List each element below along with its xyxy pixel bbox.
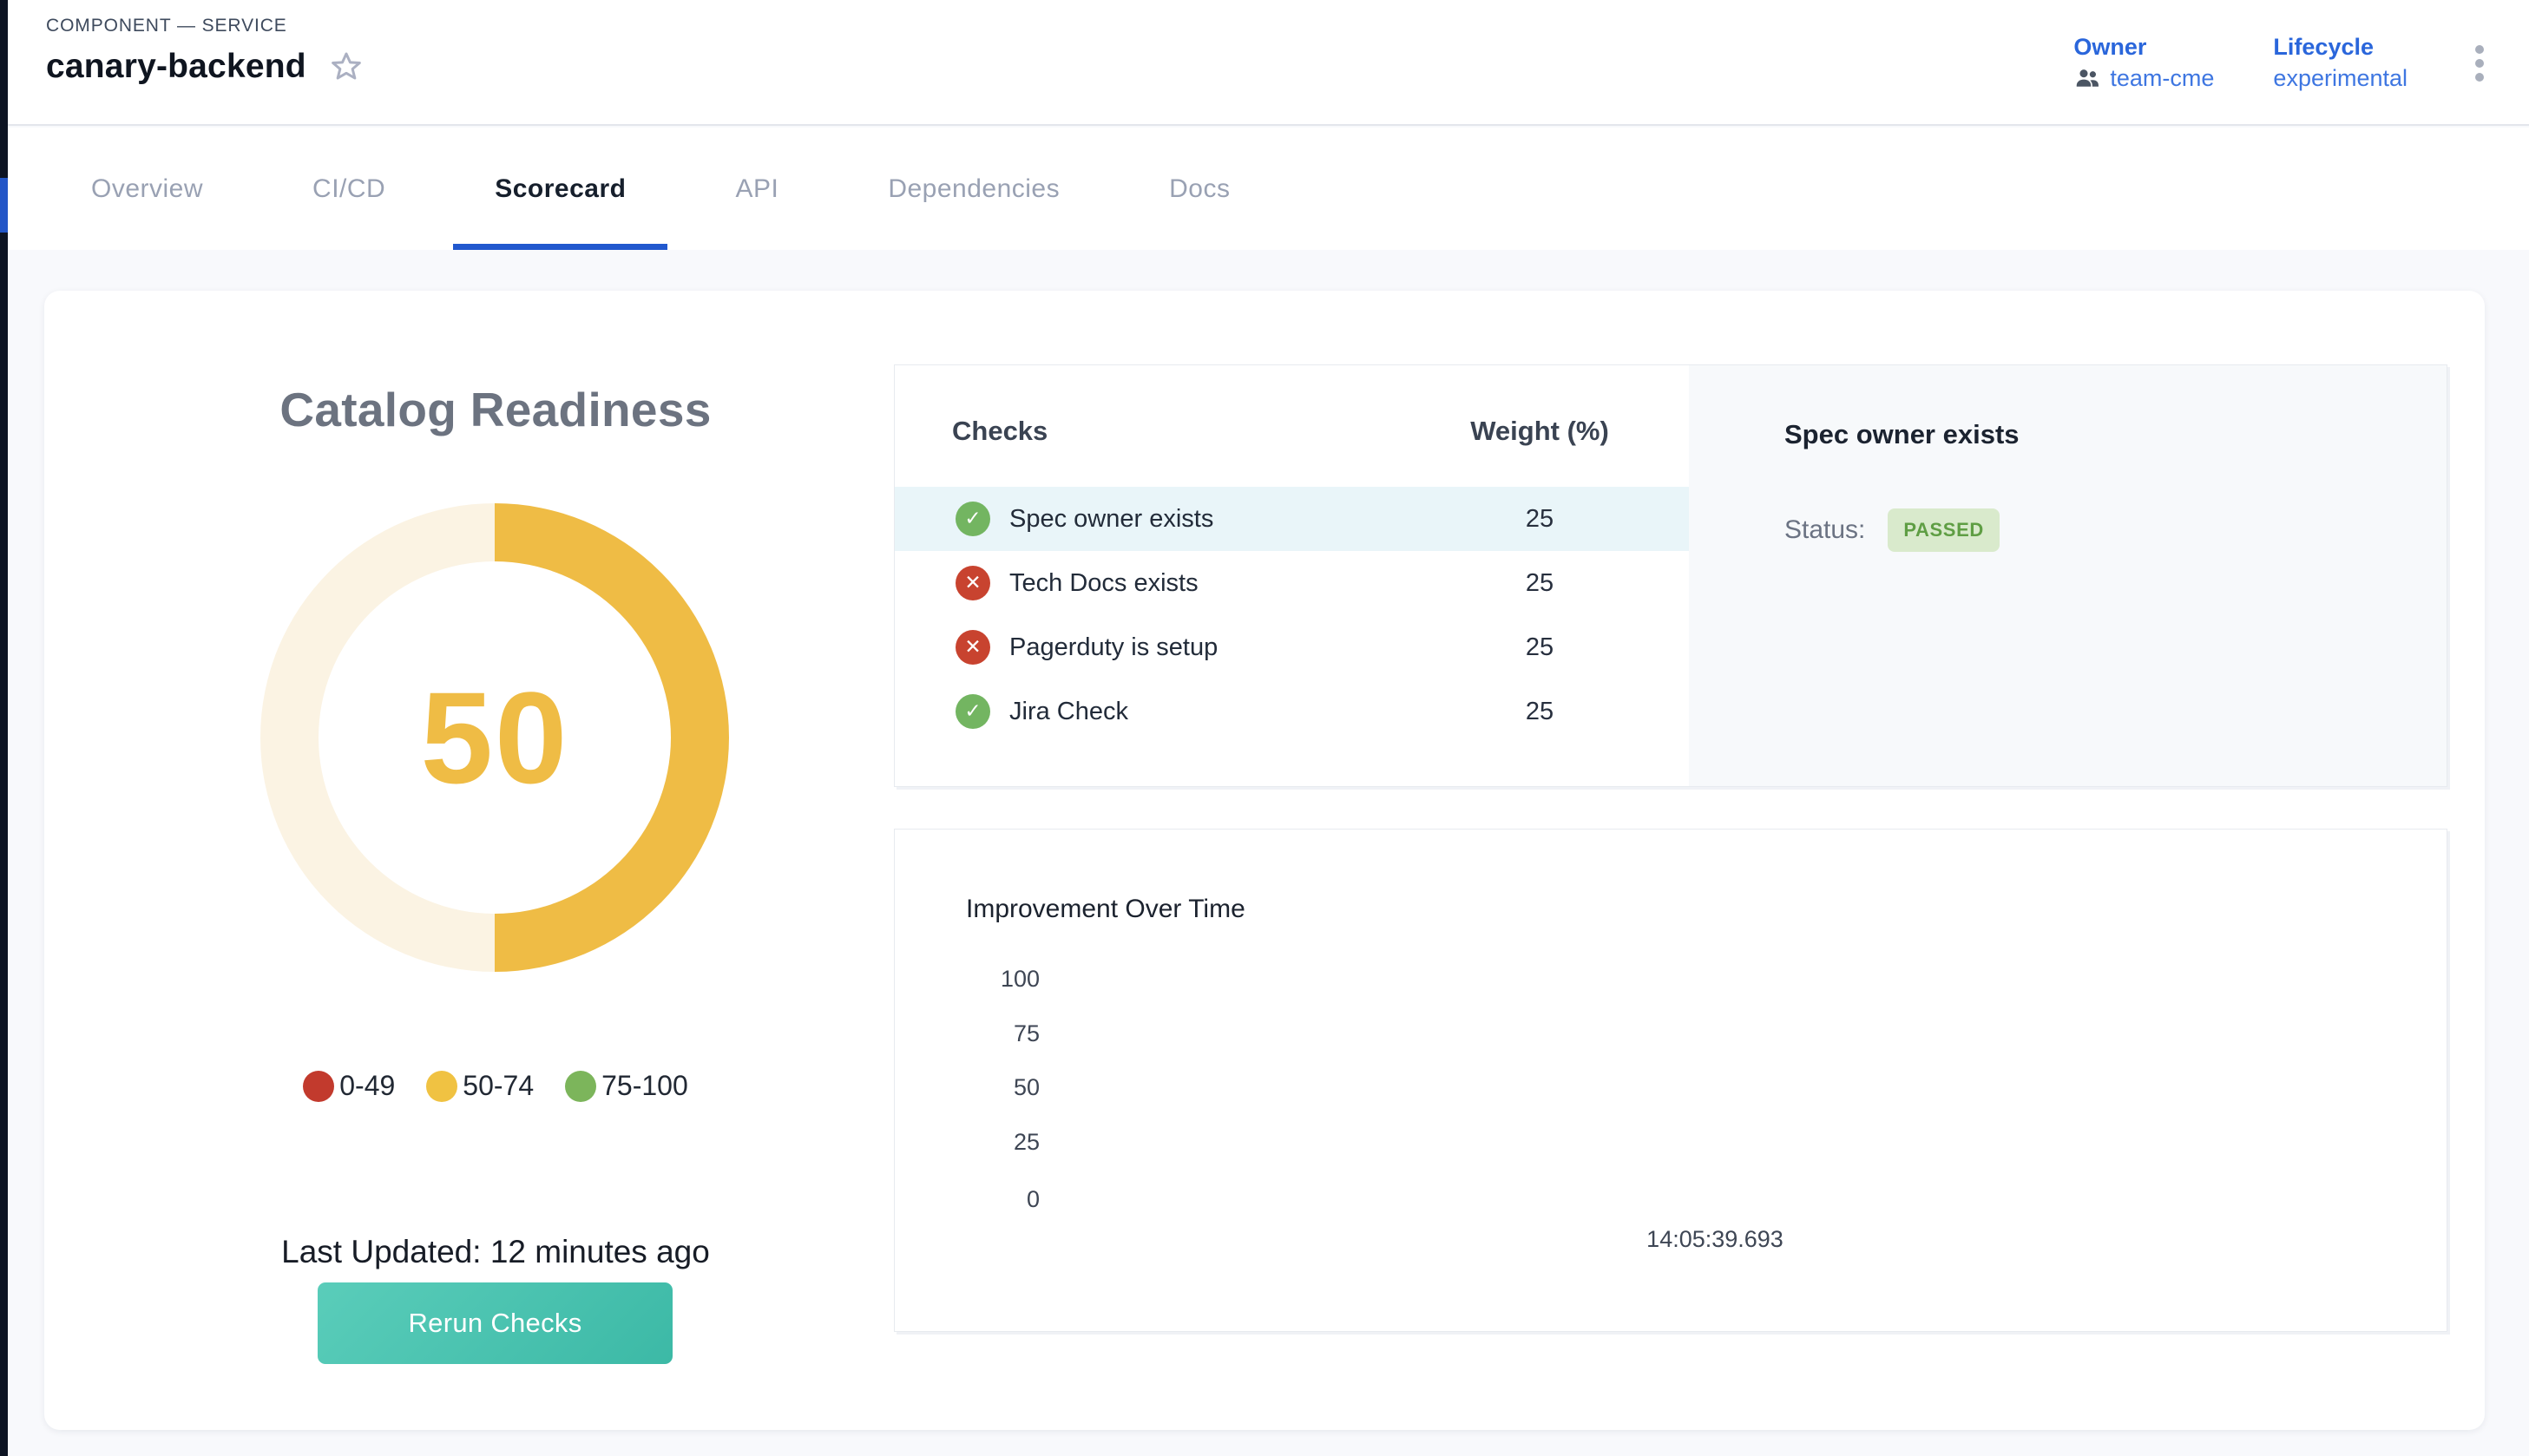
page-title: canary-backend — [46, 48, 306, 86]
owner-label: Owner — [2073, 33, 2214, 61]
tab-dependencies[interactable]: Dependencies — [846, 128, 1101, 250]
chart-title: Improvement Over Time — [966, 895, 1245, 924]
x-axis-tick: 14:05:39.693 — [1541, 1226, 1889, 1253]
tab-overview[interactable]: Overview — [49, 128, 245, 250]
sidebar-rail — [0, 0, 8, 1456]
legend-item-low: 0-49 — [303, 1070, 395, 1102]
favorite-star-icon[interactable] — [329, 49, 364, 84]
improvement-chart-panel: Improvement Over Time 100 75 50 25 0 14:… — [894, 829, 2447, 1332]
legend-dot-yellow — [426, 1071, 457, 1102]
checks-table: ✓ Spec owner exists 25 ✕ Tech Docs exist… — [895, 487, 1689, 744]
entity-header: COMPONENT — SERVICE canary-backend Owner… — [8, 0, 2529, 126]
owner-link[interactable]: team-cme — [2110, 62, 2214, 94]
sidebar-active-indicator — [0, 178, 8, 233]
score-gauge: 50 — [260, 503, 729, 972]
tab-docs[interactable]: Docs — [1127, 128, 1271, 250]
entity-tabs: Overview CI/CD Scorecard API Dependencie… — [8, 128, 2529, 250]
breadcrumb: COMPONENT — SERVICE — [46, 16, 364, 36]
legend-dot-red — [303, 1071, 334, 1102]
check-detail-panel: Spec owner exists Status: PASSED — [1689, 365, 2447, 786]
tab-api[interactable]: API — [693, 128, 820, 250]
y-axis-tick: 100 — [895, 965, 1040, 993]
score-value: 50 — [260, 503, 729, 972]
scorecard-title: Catalog Readiness — [44, 382, 947, 437]
y-axis-tick: 0 — [895, 1185, 1040, 1213]
check-row-pagerduty[interactable]: ✕ Pagerduty is setup 25 — [895, 615, 1689, 679]
check-circle-icon: ✓ — [956, 502, 990, 536]
lifecycle-block: Lifecycle experimental — [2273, 33, 2407, 94]
x-circle-icon: ✕ — [956, 630, 990, 665]
legend-item-mid: 50-74 — [426, 1070, 534, 1102]
rerun-checks-button[interactable]: Rerun Checks — [318, 1282, 673, 1364]
legend-item-high: 75-100 — [565, 1070, 688, 1102]
status-label: Status: — [1784, 515, 1865, 545]
status-badge: PASSED — [1888, 508, 1999, 552]
scorecard-card: Catalog Readiness 50 0-49 50-74 75-100 L… — [44, 291, 2485, 1430]
last-updated-text: Last Updated: 12 minutes ago — [44, 1234, 947, 1270]
lifecycle-label: Lifecycle — [2273, 33, 2407, 61]
active-tab-underline — [453, 244, 667, 250]
check-row-jira[interactable]: ✓ Jira Check 25 — [895, 679, 1689, 744]
check-row-tech-docs[interactable]: ✕ Tech Docs exists 25 — [895, 551, 1689, 615]
y-axis-tick: 25 — [895, 1128, 1040, 1156]
weight-column-header: Weight (%) — [1409, 416, 1670, 447]
checks-panel: Spec owner exists Status: PASSED Checks … — [894, 364, 2447, 787]
legend-dot-green — [565, 1071, 596, 1102]
check-circle-icon: ✓ — [956, 694, 990, 729]
tab-cicd[interactable]: CI/CD — [271, 128, 427, 250]
score-legend: 0-49 50-74 75-100 — [44, 1070, 947, 1102]
checks-table-header: Checks Weight (%) — [895, 416, 1689, 459]
tab-scorecard[interactable]: Scorecard — [453, 128, 667, 250]
y-axis-tick: 75 — [895, 1020, 1040, 1047]
checks-column-header: Checks — [952, 416, 1048, 447]
x-circle-icon: ✕ — [956, 566, 990, 600]
users-icon — [2073, 64, 2101, 92]
lifecycle-value: experimental — [2273, 62, 2407, 94]
check-row-spec-owner[interactable]: ✓ Spec owner exists 25 — [895, 487, 1689, 551]
check-detail-title: Spec owner exists — [1784, 419, 2020, 450]
y-axis-tick: 50 — [895, 1073, 1040, 1101]
kebab-menu-icon[interactable] — [2467, 40, 2493, 87]
owner-block: Owner team-cme — [2073, 33, 2214, 94]
